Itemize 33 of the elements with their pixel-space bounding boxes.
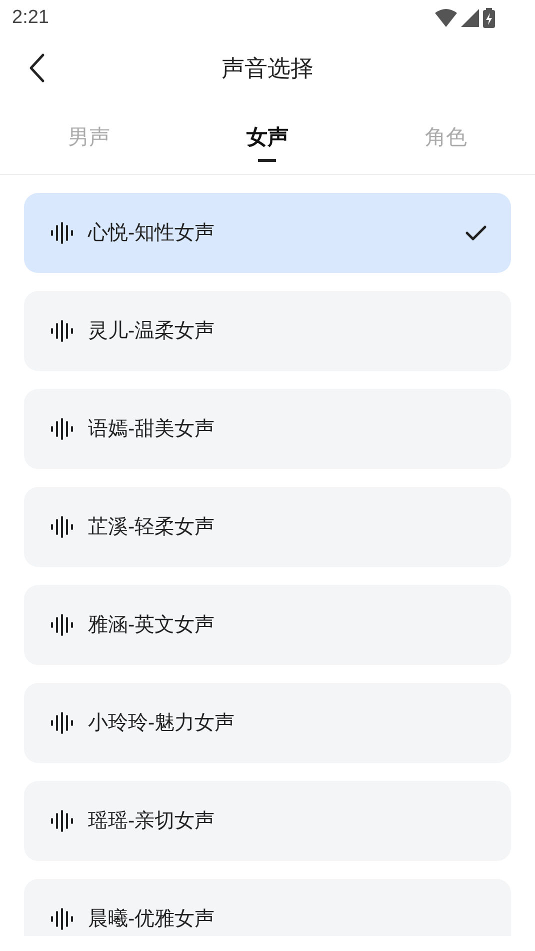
voice-option[interactable]: 芷溪-轻柔女声 bbox=[24, 487, 511, 567]
voice-option[interactable]: 灵儿-温柔女声 bbox=[24, 291, 511, 371]
voice-option[interactable]: 心悦-知性女声 bbox=[24, 193, 511, 273]
sound-wave-icon bbox=[50, 418, 74, 440]
sound-wave-icon bbox=[50, 222, 74, 244]
tab-indicator bbox=[258, 159, 276, 162]
voice-name: 芷溪-轻柔女声 bbox=[88, 515, 216, 540]
sound-wave-icon bbox=[50, 320, 74, 342]
voice-option[interactable]: 晨曦-优雅女声 bbox=[24, 879, 511, 936]
voice-option[interactable]: 小玲玲-魅力女声 bbox=[24, 683, 511, 763]
signal-icon bbox=[461, 9, 479, 27]
voice-option[interactable]: 瑶瑶-亲切女声 bbox=[24, 781, 511, 861]
status-time: 2:21 bbox=[12, 6, 49, 30]
wifi-icon bbox=[435, 9, 457, 27]
voice-name: 雅涵-英文女声 bbox=[88, 613, 216, 638]
voice-name: 瑶瑶-亲切女声 bbox=[88, 809, 216, 834]
voice-option[interactable]: 语嫣-甜美女声 bbox=[24, 389, 511, 469]
page-title: 声音选择 bbox=[222, 54, 314, 83]
voice-name: 小玲玲-魅力女声 bbox=[88, 711, 236, 736]
sound-wave-icon bbox=[50, 712, 74, 734]
sound-wave-icon bbox=[50, 516, 74, 538]
sound-wave-icon bbox=[50, 614, 74, 636]
tab[interactable]: 女声 bbox=[246, 122, 288, 154]
sound-wave-icon bbox=[50, 908, 74, 930]
voice-name: 晨曦-优雅女声 bbox=[88, 907, 216, 932]
back-icon[interactable] bbox=[28, 53, 46, 83]
voice-name: 心悦-知性女声 bbox=[88, 221, 216, 246]
voice-name: 语嫣-甜美女声 bbox=[88, 417, 216, 442]
sound-wave-icon bbox=[50, 810, 74, 832]
voice-option[interactable]: 雅涵-英文女声 bbox=[24, 585, 511, 665]
battery-icon bbox=[483, 8, 495, 28]
check-icon bbox=[465, 224, 487, 242]
voice-name: 灵儿-温柔女声 bbox=[88, 319, 216, 344]
